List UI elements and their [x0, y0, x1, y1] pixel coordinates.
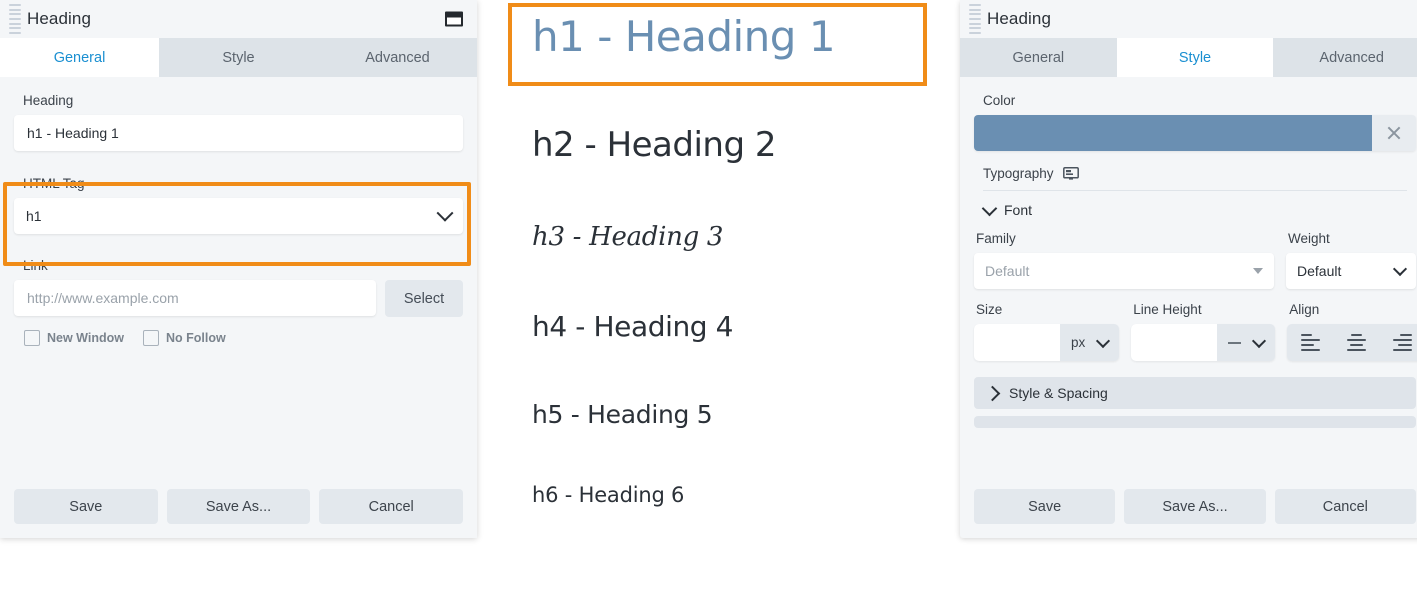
heading-sample-h2: h2 - Heading 2 — [532, 125, 776, 165]
save-as-button[interactable]: Save As... — [1124, 489, 1266, 524]
typography-divider — [983, 190, 1407, 191]
heading-general-panel: Heading General Style Advanced Heading h… — [0, 0, 477, 538]
align-center-button[interactable] — [1333, 324, 1379, 361]
heading-sample-h4: h4 - Heading 4 — [532, 310, 734, 343]
chevron-down-icon — [436, 204, 454, 222]
html-tag-field-label: HTML Tag — [23, 176, 85, 191]
heading-input[interactable]: h1 - Heading 1 — [14, 115, 463, 151]
line-height-unit-select[interactable] — [1217, 324, 1275, 361]
heading-style-panel: Heading General Style Advanced Color Typ… — [960, 0, 1417, 538]
size-unit-select[interactable]: px — [1060, 324, 1119, 361]
weight-value: Default — [1297, 263, 1342, 279]
family-select[interactable]: Default — [974, 253, 1274, 289]
color-field-label: Color — [983, 93, 1016, 108]
save-button[interactable]: Save — [974, 489, 1116, 524]
align-left-button[interactable] — [1287, 324, 1333, 361]
select-button[interactable]: Select — [385, 280, 463, 317]
weight-label: Weight — [1288, 231, 1330, 246]
checkbox-box — [142, 330, 159, 346]
weight-select[interactable]: Default — [1286, 253, 1416, 289]
triangle-down-icon — [1253, 268, 1263, 274]
general-tab-content: Heading h1 - Heading 1 HTML Tag h1 Link … — [0, 77, 477, 538]
save-button[interactable]: Save — [14, 489, 158, 524]
save-as-button[interactable]: Save As... — [166, 489, 311, 524]
align-label: Align — [1289, 302, 1320, 317]
link-input[interactable]: http://www.example.com — [14, 280, 376, 316]
right-panel-tabs: General Style Advanced — [960, 38, 1417, 77]
size-input[interactable] — [974, 324, 1060, 361]
restore-window-icon[interactable] — [445, 11, 463, 27]
page-title: Heading — [987, 9, 1052, 28]
html-tag-select[interactable]: h1 — [14, 198, 463, 234]
chevron-down-icon — [1096, 333, 1111, 348]
tab-general[interactable]: General — [0, 38, 159, 77]
link-field-label: Link — [23, 258, 48, 273]
align-right-button[interactable] — [1379, 324, 1417, 361]
style-spacing-label: Style & Spacing — [1009, 385, 1108, 401]
align-right-icon — [1392, 333, 1412, 352]
heading-sample-h1-highlight — [508, 3, 927, 86]
right-panel-titlebar: Heading — [960, 0, 1417, 38]
size-lineheight-align-row: Size px Line Height Align — [974, 289, 1417, 361]
no-follow-checkbox[interactable]: No Follow — [142, 330, 226, 346]
tab-advanced[interactable]: Advanced — [318, 38, 477, 77]
color-swatch[interactable] — [974, 115, 1372, 151]
html-tag-value: h1 — [26, 208, 42, 224]
close-icon — [1386, 125, 1402, 141]
heading-sample-h5: h5 - Heading 5 — [532, 400, 713, 429]
style-spacing-accordion[interactable]: Style & Spacing — [974, 377, 1416, 409]
left-panel-tabs: General Style Advanced — [0, 38, 477, 77]
family-value: Default — [985, 263, 1030, 279]
typography-header: Typography — [983, 166, 1416, 181]
tab-advanced[interactable]: Advanced — [1273, 38, 1417, 77]
heading-sample-h3: h3 - Heading 3 — [532, 222, 724, 252]
monitor-icon[interactable] — [1062, 166, 1079, 181]
cancel-button[interactable]: Cancel — [1274, 489, 1416, 524]
color-field — [974, 115, 1416, 151]
font-family-weight-row: Family Default Weight Default — [974, 218, 1416, 289]
chevron-right-icon — [984, 385, 1001, 401]
line-height-group — [1131, 324, 1276, 361]
align-button-group — [1287, 324, 1417, 361]
chevron-down-icon — [1392, 261, 1408, 277]
no-follow-label: No Follow — [165, 331, 226, 345]
size-label: Size — [976, 302, 1003, 317]
line-height-label: Line Height — [1133, 302, 1202, 317]
new-window-checkbox[interactable]: New Window — [24, 330, 124, 346]
tab-style[interactable]: Style — [159, 38, 318, 77]
family-label: Family — [976, 231, 1016, 246]
tab-style[interactable]: Style — [1116, 38, 1274, 77]
clear-color-button[interactable] — [1372, 115, 1416, 151]
size-group: px — [974, 324, 1120, 361]
link-row: http://www.example.com Select — [14, 280, 463, 317]
font-section-toggle[interactable]: Font — [981, 200, 1416, 218]
new-window-label: New Window — [47, 331, 124, 345]
drag-handle-icon[interactable] — [9, 4, 21, 34]
left-panel-footer: Save Save As... Cancel — [14, 489, 464, 524]
tab-general[interactable]: General — [960, 38, 1117, 77]
heading-sample-h6: h6 - Heading 6 — [532, 483, 685, 507]
drag-handle-icon[interactable] — [969, 4, 981, 34]
heading-field-label: Heading — [23, 93, 74, 108]
cancel-button[interactable]: Cancel — [319, 489, 464, 524]
headings-preview: h1 - Heading 1 h2 - Heading 2 h3 - Headi… — [500, 0, 950, 598]
next-accordion-peek[interactable] — [974, 416, 1416, 428]
font-section-label: Font — [1004, 202, 1033, 218]
size-unit-value: px — [1071, 335, 1086, 350]
left-panel-titlebar: Heading — [0, 0, 477, 38]
checkbox-box — [24, 330, 40, 346]
right-panel-footer: Save Save As... Cancel — [974, 489, 1416, 524]
chevron-down-icon — [981, 200, 998, 216]
style-tab-content: Color Typography Font Family Default Wei… — [960, 77, 1417, 538]
page-title: Heading — [27, 9, 92, 28]
dash-icon — [1228, 341, 1242, 344]
line-height-input[interactable] — [1131, 324, 1218, 361]
link-options: New Window No Follow — [24, 330, 463, 346]
align-left-icon — [1300, 333, 1320, 352]
align-center-icon — [1346, 333, 1366, 352]
typography-label: Typography — [983, 166, 1054, 181]
chevron-down-icon — [1252, 333, 1267, 348]
